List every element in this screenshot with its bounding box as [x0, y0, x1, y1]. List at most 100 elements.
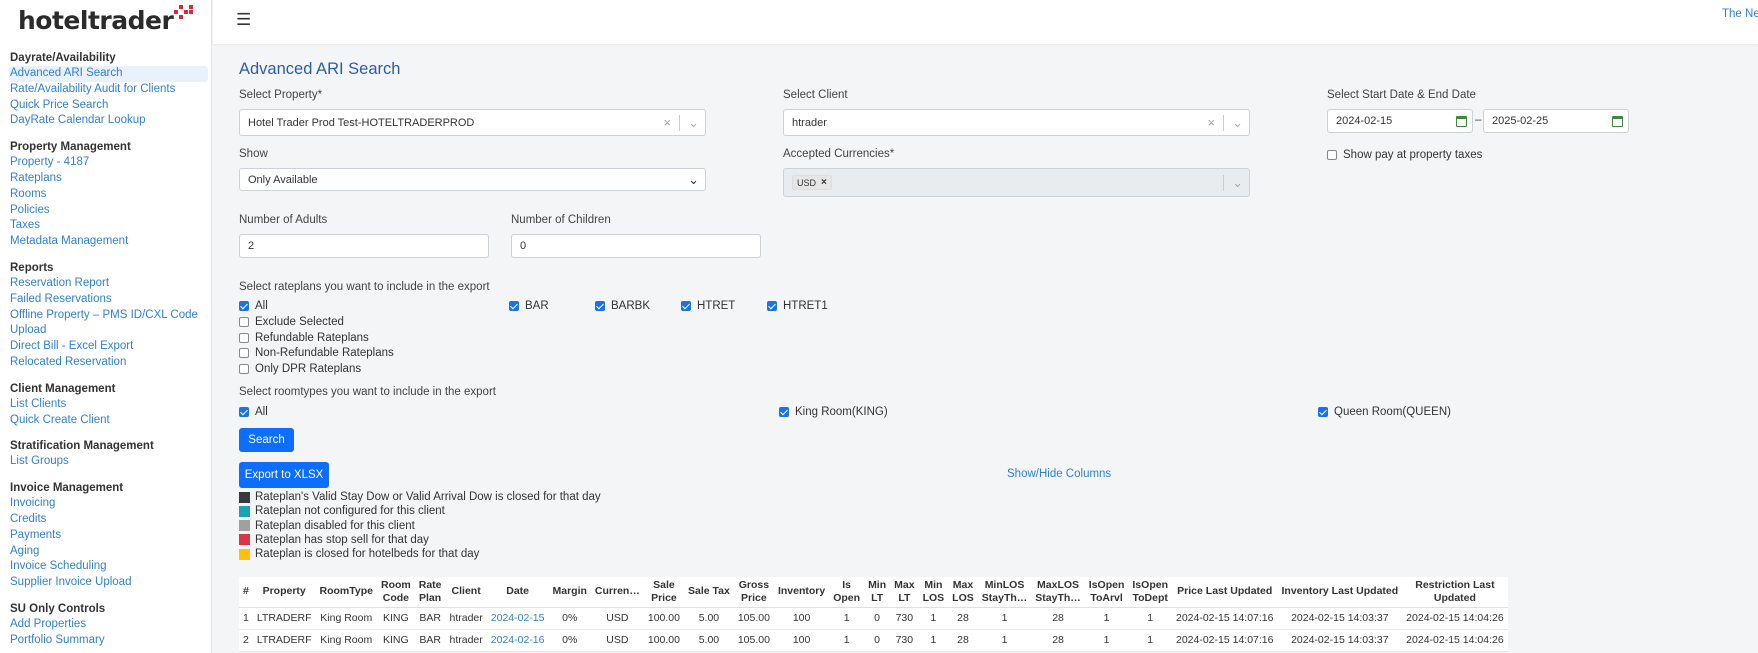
sidebar-item[interactable]: Property - 4187 [10, 155, 208, 171]
column-header[interactable]: Client [445, 577, 487, 608]
sidebar-item[interactable]: Payments [10, 528, 208, 544]
checkbox-box[interactable] [239, 333, 249, 343]
column-header[interactable]: Min LT [864, 577, 891, 608]
show-pay-taxes-checkbox[interactable]: Show pay at property taxes [1327, 149, 1482, 161]
export-xlsx-button[interactable]: Export to XLSX [239, 462, 329, 488]
rateplan-option-refundable[interactable]: Refundable Rateplans [239, 332, 369, 344]
adults-input[interactable]: 2 [239, 234, 489, 258]
end-date-input[interactable]: 2025-02-25 [1483, 109, 1629, 133]
sidebar-item[interactable]: Rateplans [10, 171, 208, 187]
column-header[interactable]: Rate Plan [414, 577, 446, 608]
sidebar-item[interactable]: Add Properties [10, 617, 208, 633]
column-header[interactable]: Is Open [829, 577, 865, 608]
sidebar-item[interactable]: Rooms [10, 187, 208, 203]
column-header[interactable]: Min LOS [918, 577, 949, 608]
sidebar-item[interactable]: Policies [10, 203, 208, 219]
column-header[interactable]: MaxLOS StayTh… [1031, 577, 1085, 608]
sidebar-item[interactable]: Rate/Availability Audit for Clients [10, 82, 208, 98]
sidebar-item[interactable]: Supplier Invoice Upload [10, 575, 208, 591]
checkbox-box[interactable] [681, 301, 691, 311]
menu-icon[interactable]: ☰ [236, 10, 251, 30]
rateplan-code-htret[interactable]: HTRET [681, 300, 735, 312]
calendar-icon[interactable] [1456, 116, 1467, 127]
column-header[interactable]: Margin [548, 577, 591, 608]
sidebar-item[interactable]: List Groups [10, 454, 208, 470]
sidebar-item[interactable]: DayRate Calendar Lookup [10, 113, 208, 129]
roomtype-all[interactable]: All [239, 406, 268, 418]
sidebar-item[interactable]: Quick Price Search [10, 98, 208, 114]
date-link[interactable]: 2024-02-15 [486, 607, 549, 630]
children-input[interactable]: 0 [511, 234, 761, 258]
chevron-down-icon[interactable]: ⌄ [1232, 115, 1243, 131]
chevron-down-icon[interactable]: ⌄ [688, 115, 699, 131]
rateplan-code-bar[interactable]: BAR [509, 300, 549, 312]
show-select[interactable]: Only Available ⌄ [239, 168, 706, 191]
checkbox-box[interactable] [239, 407, 249, 417]
checkbox-box[interactable] [1318, 407, 1328, 417]
clear-icon[interactable]: × [1208, 115, 1216, 130]
sidebar-item[interactable]: Advanced ARI Search [9, 66, 208, 82]
logo[interactable]: hoteltrader [18, 5, 194, 42]
roomtype-queen[interactable]: Queen Room(QUEEN) [1318, 406, 1451, 418]
checkbox-box[interactable] [1327, 150, 1337, 160]
sidebar-item[interactable]: Credits [10, 512, 208, 528]
sidebar-item[interactable]: Aging [10, 544, 208, 560]
rateplan-option-dpr[interactable]: Only DPR Rateplans [239, 363, 361, 375]
checkbox-box[interactable] [595, 301, 605, 311]
column-header[interactable]: Curren… [590, 577, 644, 608]
checkbox-box[interactable] [767, 301, 777, 311]
column-header[interactable]: Inventory [773, 577, 830, 608]
client-select[interactable]: htrader × ⌄ [783, 109, 1250, 136]
clear-icon[interactable]: × [664, 115, 672, 130]
checkbox-box[interactable] [239, 301, 249, 311]
column-header[interactable]: Max LOS [948, 577, 978, 608]
sidebar-item[interactable]: Upload [10, 323, 208, 339]
column-header[interactable]: IsOpen ToArvl [1084, 577, 1129, 608]
rateplan-option-all[interactable]: All [239, 300, 268, 312]
start-date-input[interactable]: 2024-02-15 [1327, 109, 1473, 133]
search-button[interactable]: Search [239, 428, 294, 452]
sidebar-item[interactable]: Metadata Management [10, 234, 208, 250]
remove-chip-icon[interactable]: × [821, 177, 827, 188]
top-right-link[interactable]: The Ne [1722, 8, 1758, 20]
column-header[interactable]: Room Code [376, 577, 415, 608]
currencies-select[interactable]: USD × ⌄ [783, 168, 1250, 197]
sidebar-item[interactable]: Invoicing [10, 496, 208, 512]
property-select[interactable]: Hotel Trader Prod Test-HOTELTRADERPROD ×… [239, 109, 706, 136]
checkbox-box[interactable] [239, 317, 249, 327]
checkbox-box[interactable] [779, 407, 789, 417]
column-header[interactable]: Max LT [890, 577, 919, 608]
column-header[interactable]: Gross Price [733, 577, 774, 608]
rateplan-code-htret1[interactable]: HTRET1 [767, 300, 828, 312]
rateplan-option-exclude[interactable]: Exclude Selected [239, 316, 344, 328]
sidebar-item[interactable]: Invoice Scheduling [10, 559, 208, 575]
column-header[interactable]: Sale Price [643, 577, 684, 608]
column-header[interactable]: IsOpen ToDept [1128, 577, 1172, 608]
checkbox-box[interactable] [509, 301, 519, 311]
sidebar-item[interactable]: Relocated Reservation [10, 355, 208, 371]
date-link[interactable]: 2024-02-16 [486, 629, 549, 652]
column-header[interactable]: Inventory Last Updated [1277, 577, 1403, 608]
roomtype-king[interactable]: King Room(KING) [779, 406, 888, 418]
sidebar-item[interactable]: Taxes [10, 218, 208, 234]
checkbox-box[interactable] [239, 364, 249, 374]
column-header[interactable]: Property [252, 577, 316, 608]
column-header[interactable]: MinLOS StayTh… [977, 577, 1032, 608]
column-header[interactable]: Restriction Last Updated [1402, 577, 1508, 608]
sidebar-item[interactable]: Direct Bill - Excel Export [10, 339, 208, 355]
column-header[interactable]: Date [486, 577, 549, 608]
show-hide-columns-link[interactable]: Show/Hide Columns [1007, 468, 1111, 480]
column-header[interactable]: RoomType [315, 577, 377, 608]
sidebar-item[interactable]: Reservation Report [10, 276, 208, 292]
column-header[interactable]: Price Last Updated [1171, 577, 1278, 608]
sidebar-item[interactable]: Quick Create Client [10, 413, 208, 429]
column-header[interactable]: # [239, 577, 253, 608]
sidebar-item[interactable]: Portfolio Summary [10, 633, 208, 649]
sidebar-item[interactable]: Failed Reservations [10, 292, 208, 308]
sidebar-item[interactable]: Offline Property – PMS ID/CXL Code [10, 308, 208, 324]
calendar-icon[interactable] [1612, 116, 1623, 127]
column-header[interactable]: Sale Tax [683, 577, 734, 608]
checkbox-box[interactable] [239, 348, 249, 358]
sidebar-item[interactable]: List Clients [10, 397, 208, 413]
rateplan-option-nonrefundable[interactable]: Non-Refundable Rateplans [239, 347, 394, 359]
